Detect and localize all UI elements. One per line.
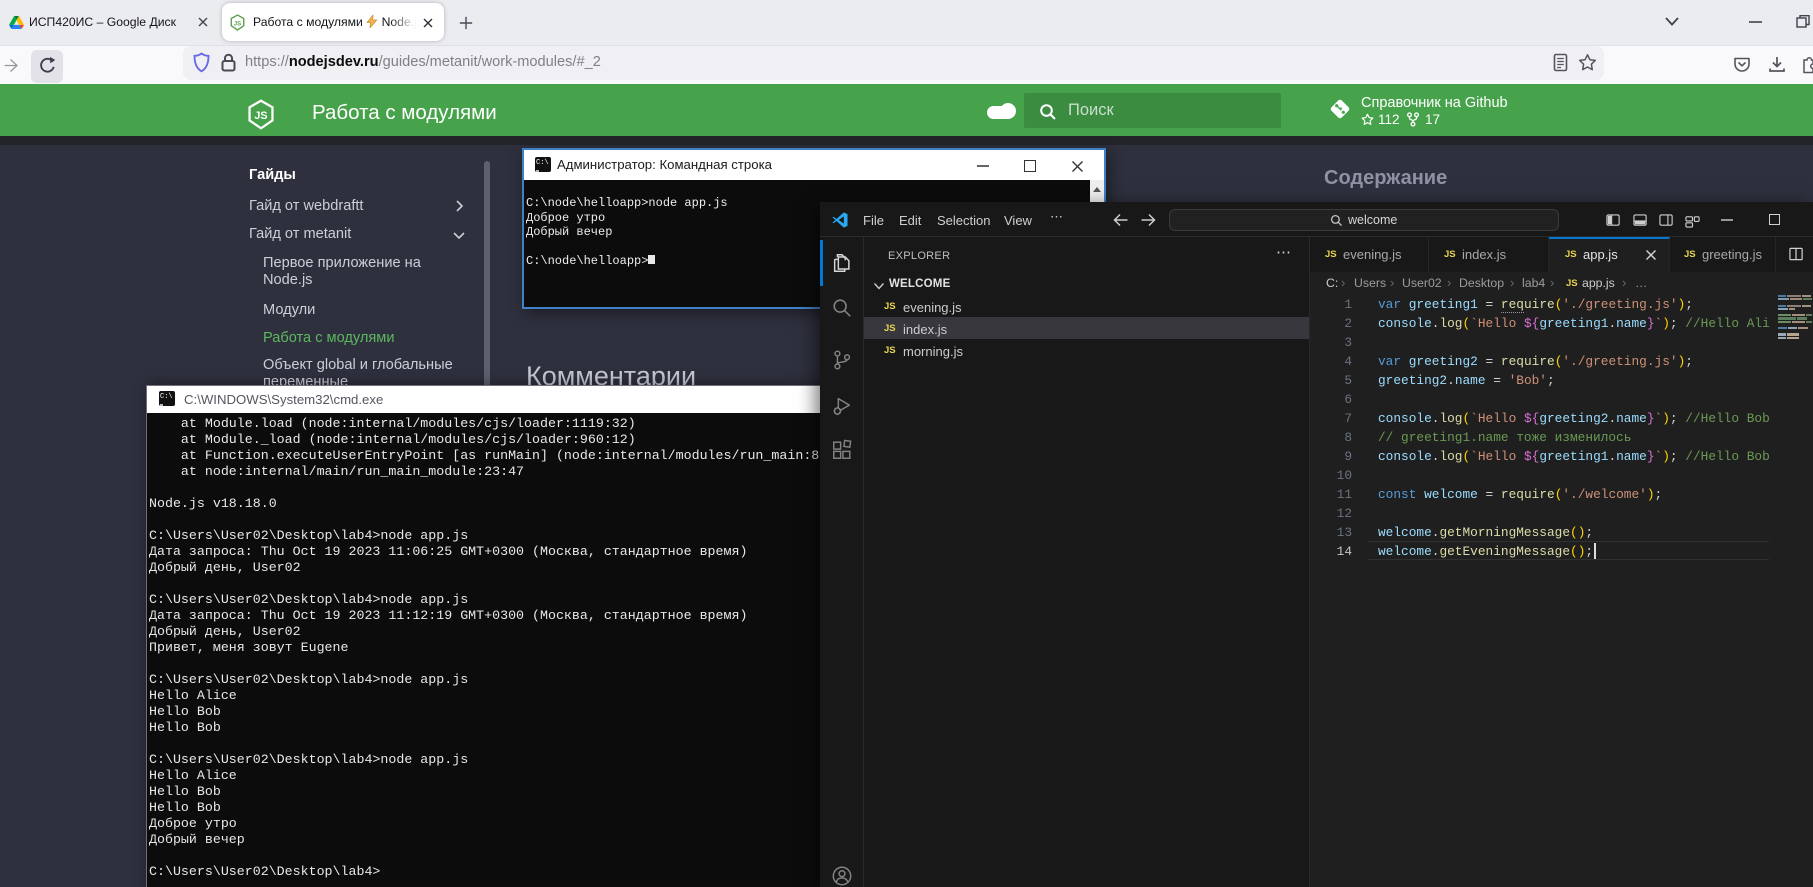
svg-text:JS: JS: [254, 110, 267, 122]
svg-text:JS: JS: [234, 20, 241, 27]
